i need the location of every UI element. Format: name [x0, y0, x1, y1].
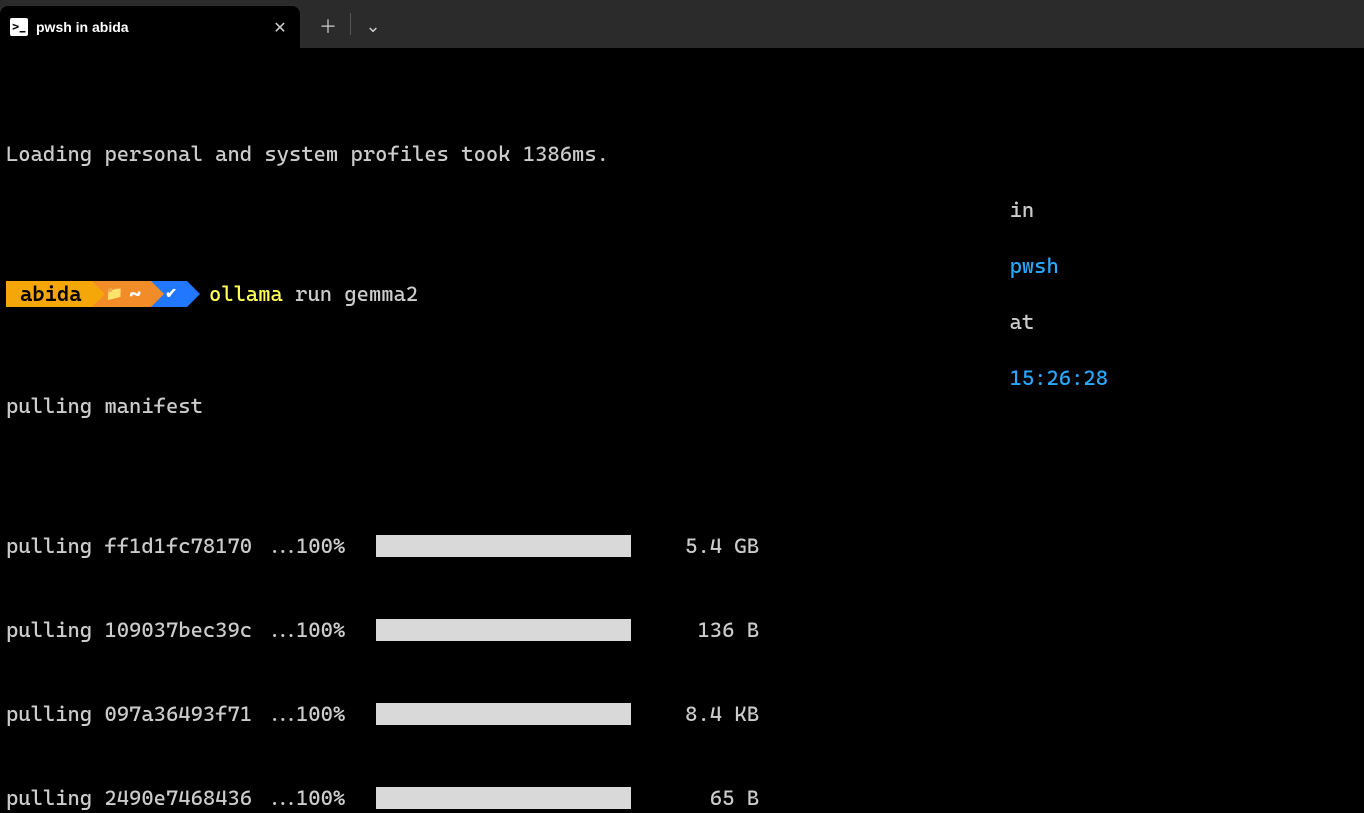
pull-percent: 100%: [296, 784, 376, 812]
pull-label: pulling 109037bec39c ...: [6, 616, 296, 644]
progress-bar: [376, 535, 631, 557]
pull-size: 65 B: [649, 784, 759, 812]
progress-bar: [376, 619, 631, 641]
folder-icon: 📁: [106, 280, 123, 308]
right-time: 15:26:28: [1010, 366, 1108, 390]
pull-label: pulling ff1d1fc78170 ...: [6, 532, 296, 560]
pull-percent: 100%: [296, 532, 376, 560]
active-tab[interactable]: >_ pwsh in abida ✕: [0, 6, 300, 48]
titlebar-divider: [350, 13, 351, 35]
titlebar: >_ pwsh in abida ✕ ＋ ⌄: [0, 0, 1364, 48]
command-text: ollama run gemma2: [209, 280, 418, 308]
check-icon: ✔: [165, 280, 177, 308]
progress-bar: [376, 787, 631, 809]
prompt-line: abida 📁 ~ ✔ ollama run gemma2 in pwsh at…: [6, 280, 1358, 308]
command-args: run gemma2: [295, 282, 418, 306]
right-at: at: [1010, 310, 1035, 334]
close-tab-button[interactable]: ✕: [268, 15, 292, 39]
command-name: ollama: [209, 282, 283, 306]
new-tab-button[interactable]: ＋: [308, 6, 348, 46]
titlebar-controls: ＋ ⌄: [300, 0, 393, 48]
prompt-user-segment: abida: [6, 281, 92, 307]
pull-percent: 100%: [296, 700, 376, 728]
pull-label: pulling 2490e7468436 ...: [6, 784, 296, 812]
prompt-right-info: in pwsh at 15:26:28: [936, 168, 1358, 420]
prompt-tilde: ~: [129, 280, 141, 308]
terminal-area[interactable]: Loading personal and system profiles too…: [0, 48, 1364, 813]
tab-dropdown-button[interactable]: ⌄: [353, 6, 393, 46]
prompt-user: abida: [20, 280, 82, 308]
loading-line: Loading personal and system profiles too…: [6, 140, 1358, 168]
pull-size: 5.4 GB: [649, 532, 759, 560]
pull-size: 136 B: [649, 616, 759, 644]
powershell-icon: >_: [10, 18, 28, 36]
pull-row: pulling 097a36493f71 ... 100% 8.4 KB: [6, 700, 1358, 728]
pull-label: pulling 097a36493f71 ...: [6, 700, 296, 728]
tab-title: pwsh in abida: [36, 19, 260, 35]
pull-size: 8.4 KB: [649, 700, 759, 728]
pull-percent: 100%: [296, 616, 376, 644]
right-in: in: [1010, 198, 1035, 222]
pull-row: pulling ff1d1fc78170 ... 100% 5.4 GB: [6, 532, 1358, 560]
right-shell: pwsh: [1010, 254, 1059, 278]
pull-row: pulling 2490e7468436 ... 100% 65 B: [6, 784, 1358, 812]
pull-row: pulling 109037bec39c ... 100% 136 B: [6, 616, 1358, 644]
progress-bar: [376, 703, 631, 725]
